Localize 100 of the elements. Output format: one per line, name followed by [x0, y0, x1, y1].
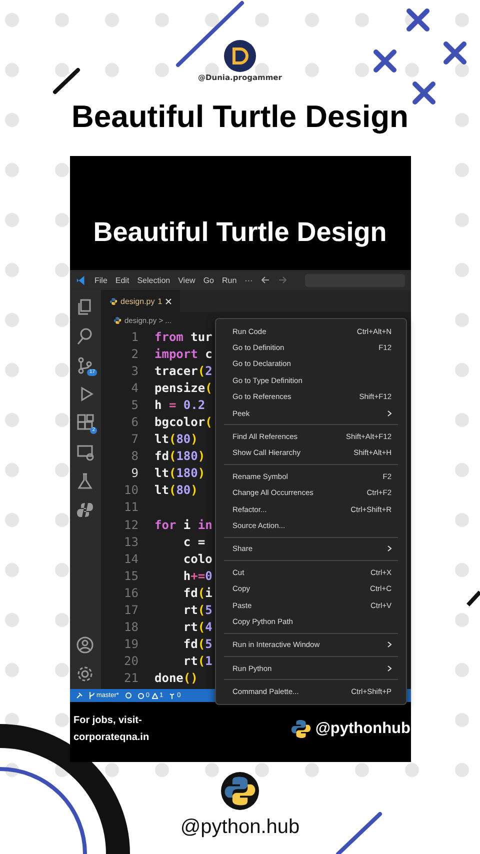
line-number: 19 — [123, 637, 138, 652]
tab-label: design.py — [120, 296, 155, 306]
menu-item[interactable]: Edit — [115, 276, 130, 284]
stripe — [176, 1, 244, 67]
code-line: tracer(2 — [154, 364, 212, 378]
dot — [355, 63, 369, 77]
testing-icon[interactable] — [76, 472, 94, 490]
dot — [455, 763, 469, 777]
dot — [5, 13, 19, 27]
dot — [55, 63, 69, 77]
menu-item[interactable]: View — [178, 276, 196, 284]
cross-icon — [412, 82, 436, 104]
code-line: h = 0.2 — [154, 398, 206, 412]
dot — [455, 463, 469, 477]
logo-icon — [224, 40, 256, 72]
warning-icon — [152, 692, 158, 698]
line-number: 3 — [130, 364, 138, 378]
extensions-icon[interactable] — [76, 414, 94, 432]
dot — [155, 63, 169, 77]
dot — [5, 563, 19, 577]
menu-item[interactable]: Run — [222, 276, 237, 284]
antenna-icon — [169, 692, 176, 698]
app-logo-icon — [76, 274, 86, 286]
line-number: 12 — [123, 518, 138, 532]
dot — [355, 13, 369, 27]
back-arrow-icon[interactable] — [260, 276, 270, 284]
sync-icon[interactable] — [124, 692, 132, 699]
dot — [455, 513, 469, 527]
settings-icon[interactable] — [76, 665, 94, 683]
account-icon[interactable] — [76, 636, 94, 654]
dot — [455, 363, 469, 377]
line-number: 10 — [123, 483, 138, 498]
code-line: lt(80) — [154, 483, 198, 498]
code-line: pensize( — [154, 380, 212, 395]
chevron-right-icon — [386, 664, 392, 672]
python-icon[interactable] — [76, 501, 94, 519]
dot — [205, 13, 219, 27]
search-icon[interactable] — [76, 327, 94, 345]
code-line: import c — [154, 346, 212, 361]
stripe — [336, 812, 382, 854]
dot — [455, 613, 469, 627]
line-number: 14 — [123, 552, 138, 566]
dot — [305, 63, 319, 77]
problem-count: 1 — [158, 296, 162, 306]
dot — [55, 663, 69, 677]
code-line: for i in — [154, 518, 212, 532]
dot — [55, 13, 69, 27]
remote-icon[interactable] — [76, 692, 82, 699]
menu-item[interactable]: Selection — [137, 276, 170, 284]
line-number: 1 — [130, 330, 138, 344]
python-logo-icon — [221, 772, 259, 810]
code-line: lt(180) — [154, 466, 206, 480]
menu-item[interactable]: File — [94, 276, 108, 284]
remote-icon[interactable] — [76, 443, 94, 461]
line-number: 11 — [123, 500, 138, 514]
code-line: fd(i — [182, 586, 212, 600]
dot — [455, 63, 469, 77]
dot — [55, 563, 69, 577]
file-tab[interactable]: design.py 1 — [100, 290, 180, 312]
line-number: 6 — [130, 415, 138, 430]
dot — [5, 263, 19, 277]
dot — [5, 713, 19, 727]
code-line: h+=0 — [182, 568, 212, 583]
dot — [5, 163, 19, 177]
dot — [455, 563, 469, 577]
files-icon[interactable] — [76, 298, 94, 316]
menu-item[interactable]: ··· — [244, 276, 253, 284]
dot — [405, 63, 419, 77]
code-line: lt(80) — [154, 432, 198, 446]
dot — [55, 313, 69, 327]
close-icon[interactable] — [165, 298, 172, 304]
line-number: 9 — [130, 466, 138, 480]
menu-item[interactable]: Go — [203, 276, 214, 284]
dot — [5, 663, 19, 677]
line-number: 4 — [130, 380, 138, 395]
dot — [455, 313, 469, 327]
line-number: 18 — [123, 620, 138, 634]
chevron-right-icon — [386, 545, 392, 552]
dot — [55, 763, 69, 777]
python-file-icon — [112, 316, 122, 324]
dot — [255, 13, 269, 27]
source-control-icon[interactable] — [76, 356, 94, 374]
panel-title: Beautiful Turtle Design — [92, 217, 388, 249]
code-line: colo — [182, 552, 212, 566]
dot — [205, 763, 219, 777]
code-line: bgcolor( — [154, 415, 212, 430]
dot — [55, 713, 69, 727]
code-line: rt(4 — [182, 620, 212, 634]
forward-arrow-icon[interactable] — [278, 276, 287, 284]
dot — [455, 163, 469, 177]
dot — [455, 713, 469, 727]
dot — [155, 763, 169, 777]
dot — [455, 413, 469, 427]
dot — [455, 263, 469, 277]
line-number: 20 — [123, 654, 138, 668]
dot — [55, 513, 69, 527]
dot — [55, 613, 69, 627]
dot — [5, 463, 19, 477]
dot — [355, 763, 369, 777]
dot — [105, 63, 119, 77]
